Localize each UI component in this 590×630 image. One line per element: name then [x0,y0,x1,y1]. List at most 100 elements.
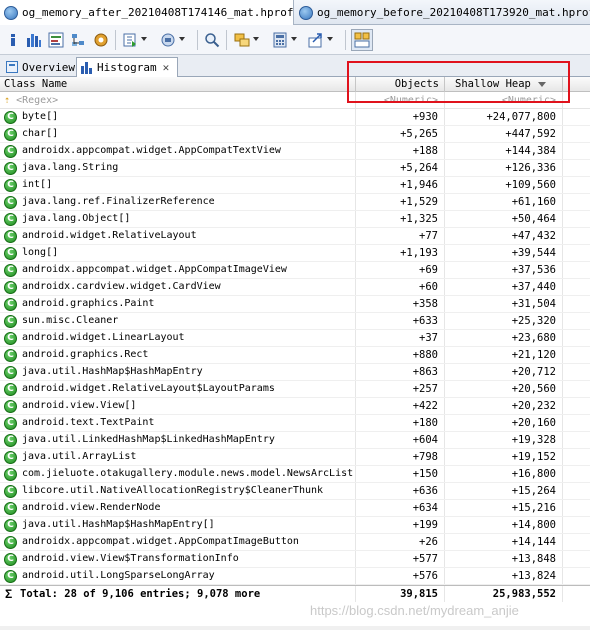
dropdown-arrow-icon[interactable] [179,37,185,41]
table-row[interactable]: Cint[] +1,946 +109,560 [0,177,590,194]
class-name-cell[interactable]: Clong[] [0,245,355,261]
table-row[interactable]: Candroid.view.View[] +422 +20,232 [0,398,590,415]
dropdown-arrow-icon[interactable] [327,37,333,41]
table-row[interactable]: Csun.misc.Cleaner +633 +25,320 [0,313,590,330]
table-row[interactable]: Cjava.lang.ref.FinalizerReference +1,529 +… [0,194,590,211]
class-name-cell[interactable]: Candroidx.appcompat.widget.AppCompatImag… [0,262,355,278]
table-row[interactable]: Cbyte[] +930 +24,077,800 [0,109,590,126]
class-name-cell[interactable]: Cjava.lang.Object[] [0,211,355,227]
class-name-cell[interactable]: Cjava.util.HashMap$HashMapEntry [0,364,355,380]
run-report-icon[interactable] [122,32,147,48]
objects-cell: +577 [355,551,444,567]
class-name-cell[interactable]: Candroid.util.LongSparseLongArray [0,568,355,584]
compare-basket-icon[interactable] [351,29,373,51]
dominator-tree-icon[interactable] [70,32,86,48]
dropdown-arrow-icon[interactable] [291,37,297,41]
class-name-cell[interactable]: Candroidx.cardview.widget.CardView [0,279,355,295]
dropdown-arrow-icon[interactable] [141,37,147,41]
table-row[interactable]: Cjava.util.LinkedHashMap$LinkedHashMapEn… [0,432,590,449]
class-name-cell[interactable]: Clibcore.util.NativeAllocationRegistry$C… [0,483,355,499]
column-header-shallow-heap[interactable]: Shallow Heap [444,77,562,92]
horizontal-scrollbar[interactable] [0,626,590,630]
editor-tab-before[interactable]: og_memory_before_20210408T173920_mat.hpr… [295,0,590,25]
close-icon[interactable]: ✕ [163,61,170,74]
objects-cell: +1,529 [355,194,444,210]
class-name-cell[interactable]: Candroid.widget.LinearLayout [0,330,355,346]
table-row[interactable]: Candroid.widget.RelativeLayout$LayoutPar… [0,381,590,398]
shallow-heap-cell: +16,800 [444,466,562,482]
table-row[interactable]: Candroid.widget.LinearLayout +37 +23,680 [0,330,590,347]
group-by-icon[interactable] [234,32,259,48]
table-row[interactable]: Cjava.lang.String +5,264 +126,336 [0,160,590,177]
class-name-cell[interactable]: Cjava.util.ArrayList [0,449,355,465]
tab-overview[interactable]: Overview [2,57,75,77]
histogram-icon[interactable] [26,32,42,48]
query-browser-icon[interactable] [160,32,185,48]
class-name-cell[interactable]: Cchar[] [0,126,355,142]
editor-tab-label: og_memory_after_20210408T174146_mat.hpro… [22,6,294,19]
class-name-cell[interactable]: Candroid.widget.RelativeLayout [0,228,355,244]
shallow-heap-filter-input[interactable]: <Numeric> [444,92,562,109]
class-name-cell[interactable]: Candroid.view.View$TransformationInfo [0,551,355,567]
table-row[interactable]: Candroidx.cardview.widget.CardView +60 +37… [0,279,590,296]
table-row[interactable]: Candroid.graphics.Rect +880 +21,120 [0,347,590,364]
class-name-cell[interactable]: Candroid.view.RenderNode [0,500,355,516]
column-header-class-name[interactable]: Class Name [0,77,355,92]
class-name-cell[interactable]: Candroid.graphics.Paint [0,296,355,312]
class-name: libcore.util.NativeAllocationRegistry$Cl… [22,485,324,496]
class-name-cell[interactable]: Candroidx.appcompat.widget.AppCompatImag… [0,534,355,550]
tab-histogram[interactable]: Histogram ✕ [76,57,178,77]
editor-tab-label: og_memory_before_20210408T173920_mat.hpr… [317,6,590,19]
oql-icon[interactable] [48,32,64,48]
table-row[interactable]: Cchar[] +5,265 +447,592 [0,126,590,143]
export-icon[interactable] [308,32,333,48]
table-row[interactable]: Candroid.widget.RelativeLayout +77 +47,432 [0,228,590,245]
class-name-cell[interactable]: Cjava.util.LinkedHashMap$LinkedHashMapEn… [0,432,355,448]
class-name-cell[interactable]: Ccom.jieluote.otakugallery.module.news.m… [0,466,355,482]
table-row[interactable]: Candroid.text.TextPaint +180 +20,160 [0,415,590,432]
class-name-cell[interactable]: Cjava.util.HashMap$HashMapEntry[] [0,517,355,533]
dropdown-arrow-icon[interactable] [253,37,259,41]
class-name-cell[interactable]: Candroid.text.TextPaint [0,415,355,431]
class-name: int[] [22,179,53,190]
table-row[interactable]: Cjava.util.HashMap$HashMapEntry[] +199 +14… [0,517,590,534]
class-icon: C [4,230,17,243]
column-header-filler [562,77,590,92]
table-row[interactable]: Cjava.util.ArrayList +798 +19,152 [0,449,590,466]
table-row[interactable]: Candroidx.appcompat.widget.AppCompatText… [0,143,590,160]
table-row[interactable]: Candroidx.appcompat.widget.AppCompatImag… [0,262,590,279]
table-row[interactable]: Cjava.lang.Object[] +1,325 +50,464 [0,211,590,228]
editor-tab-after[interactable]: og_memory_after_20210408T174146_mat.hpro… [0,0,307,25]
class-name-cell[interactable]: Cjava.lang.ref.FinalizerReference [0,194,355,210]
objects-cell: +5,265 [355,126,444,142]
class-name-cell[interactable]: Cint[] [0,177,355,193]
class-icon: C [4,298,17,311]
class-name-cell[interactable]: Candroidx.appcompat.widget.AppCompatText… [0,143,355,159]
objects-filter-input[interactable]: <Numeric> [355,92,444,109]
search-icon[interactable] [204,32,220,48]
class-name-cell[interactable]: Cjava.lang.String [0,160,355,176]
table-row[interactable]: Clibcore.util.NativeAllocationRegistry$C… [0,483,590,500]
table-row[interactable]: Candroid.util.LongSparseLongArray +576 +13… [0,568,590,585]
class-name-cell[interactable]: Candroid.graphics.Rect [0,347,355,363]
column-header-objects[interactable]: Objects [355,77,444,92]
shallow-heap-cell: +47,432 [444,228,562,244]
settings-gear-icon[interactable] [93,32,109,48]
regex-filter-input[interactable]: ⇡ <Regex> [0,92,355,109]
table-row[interactable]: Ccom.jieluote.otakugallery.module.news.m… [0,466,590,483]
table-row[interactable]: Cjava.util.HashMap$HashMapEntry +863 +20,7… [0,364,590,381]
table-row[interactable]: Candroid.view.RenderNode +634 +15,216 [0,500,590,517]
class-name-cell[interactable]: Candroid.widget.RelativeLayout$LayoutPar… [0,381,355,397]
class-icon: C [4,451,17,464]
class-name-cell[interactable]: Csun.misc.Cleaner [0,313,355,329]
class-name-cell[interactable]: Cbyte[] [0,109,355,125]
overview-icon [6,61,18,73]
info-icon[interactable] [5,32,21,48]
table-row[interactable]: Candroid.graphics.Paint +358 +31,504 [0,296,590,313]
filler-cell [562,517,590,533]
table-row[interactable]: Candroid.view.View$TransformationInfo +57… [0,551,590,568]
table-row[interactable]: Clong[] +1,193 +39,544 [0,245,590,262]
table-row[interactable]: Candroidx.appcompat.widget.AppCompatImag… [0,534,590,551]
calculator-icon[interactable] [272,32,297,48]
class-name-cell[interactable]: Candroid.view.View[] [0,398,355,414]
